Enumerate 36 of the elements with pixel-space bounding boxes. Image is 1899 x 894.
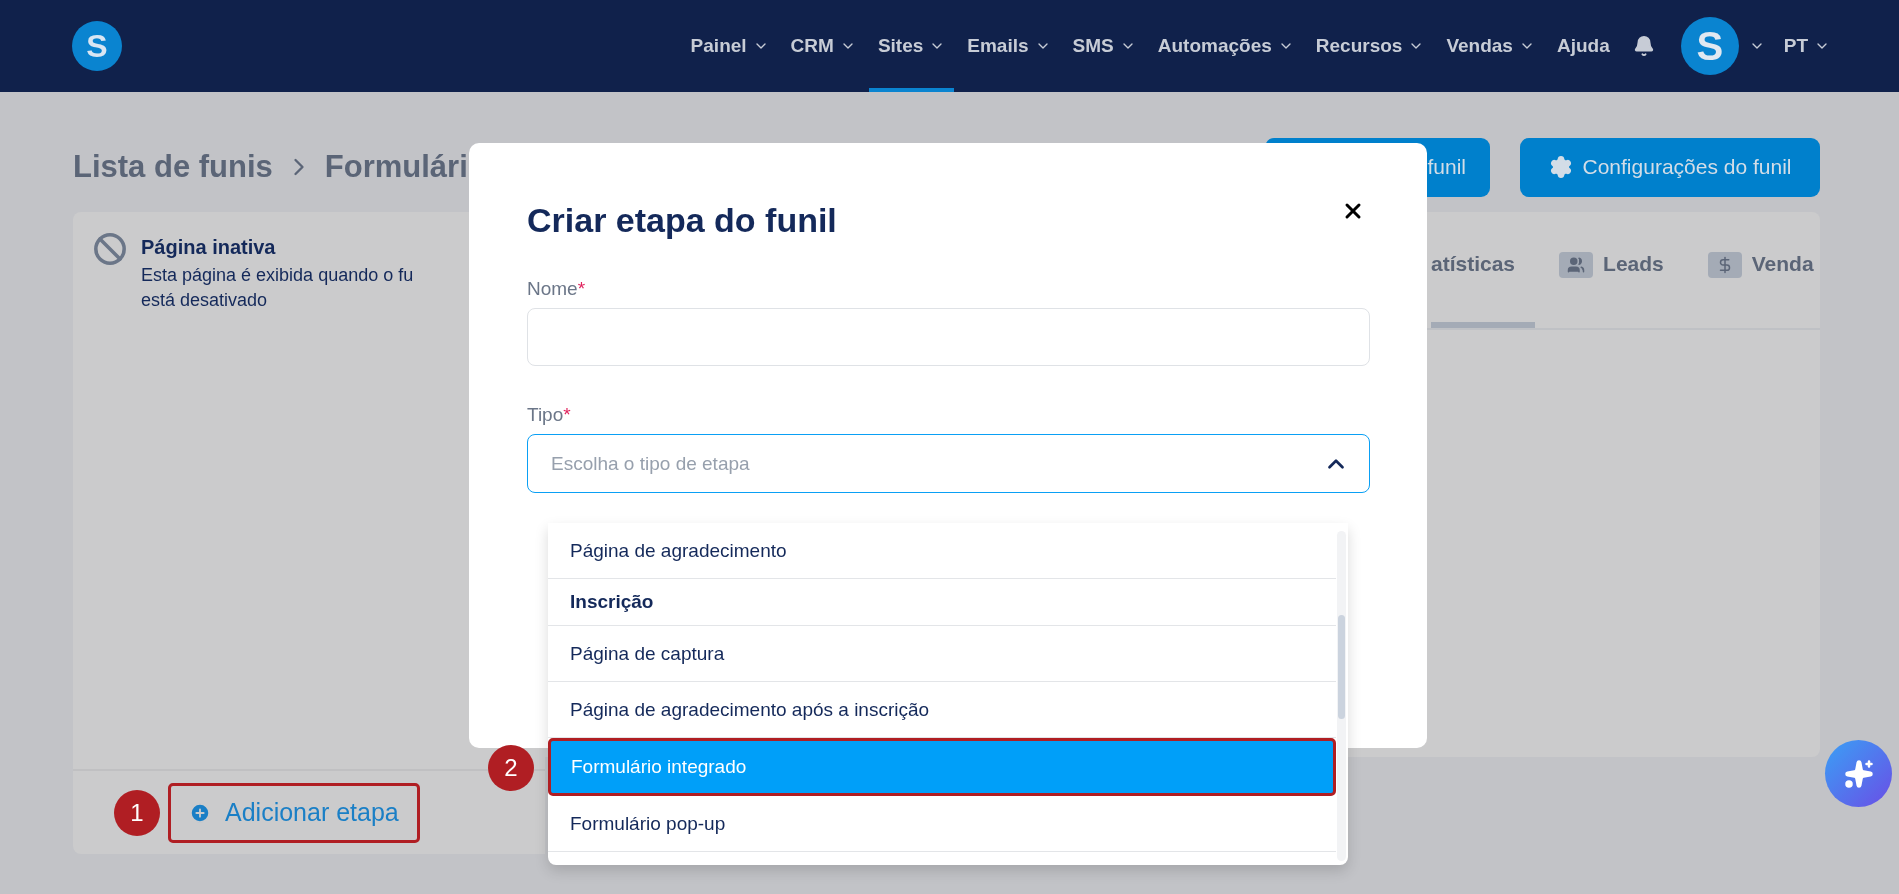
dollar-icon (1707, 252, 1742, 278)
inactive-title: Página inativa (141, 236, 277, 259)
plus-icon (189, 801, 211, 824)
name-field[interactable] (527, 308, 1370, 366)
sparkles-icon (1843, 758, 1874, 789)
nav-item[interactable]: Ajuda (1547, 0, 1619, 92)
modal-title: Criar etapa do funil (527, 201, 837, 240)
inactive-description: está desativado (141, 289, 269, 312)
required-mark: * (563, 404, 571, 425)
option-group-label: Inscrição (548, 579, 1336, 626)
language-selector[interactable]: PT (1774, 35, 1839, 57)
field-label: Tipo (527, 404, 564, 425)
required-mark: * (577, 278, 586, 299)
tab[interactable]: Leads (1535, 252, 1684, 328)
inactive-description: Esta página é exibida quando o fu (141, 264, 414, 287)
people-icon (1559, 252, 1594, 278)
dropdown-option[interactable]: Página de captura (548, 626, 1336, 682)
nav-item[interactable]: SMS (1063, 0, 1145, 92)
inactive-icon (93, 232, 127, 266)
nav-item[interactable]: Automações (1148, 0, 1303, 92)
dropdown-option[interactable]: Página de agradecimento (548, 523, 1336, 579)
gear-icon (1548, 155, 1573, 179)
nav-item[interactable]: Recursos (1306, 0, 1434, 92)
nav-item[interactable]: Emails (958, 0, 1060, 92)
dropdown-option[interactable]: Formulário pop-up (548, 796, 1336, 852)
nav-item[interactable]: Sites (868, 0, 955, 92)
tab[interactable]: Venda (1683, 252, 1820, 328)
bell-icon[interactable] (1632, 35, 1655, 57)
breadcrumb-current: Formulári (324, 149, 468, 185)
field-label: Nome (527, 278, 578, 299)
dropdown-option[interactable]: Página de agradecimento após a inscrição (548, 682, 1336, 738)
nav-item[interactable]: Painel (681, 0, 778, 92)
step-badge: 1 (114, 789, 160, 836)
nav-item[interactable]: Vendas (1437, 0, 1544, 92)
scrollbar[interactable] (1337, 531, 1346, 861)
nav-item[interactable]: CRM (781, 0, 865, 92)
